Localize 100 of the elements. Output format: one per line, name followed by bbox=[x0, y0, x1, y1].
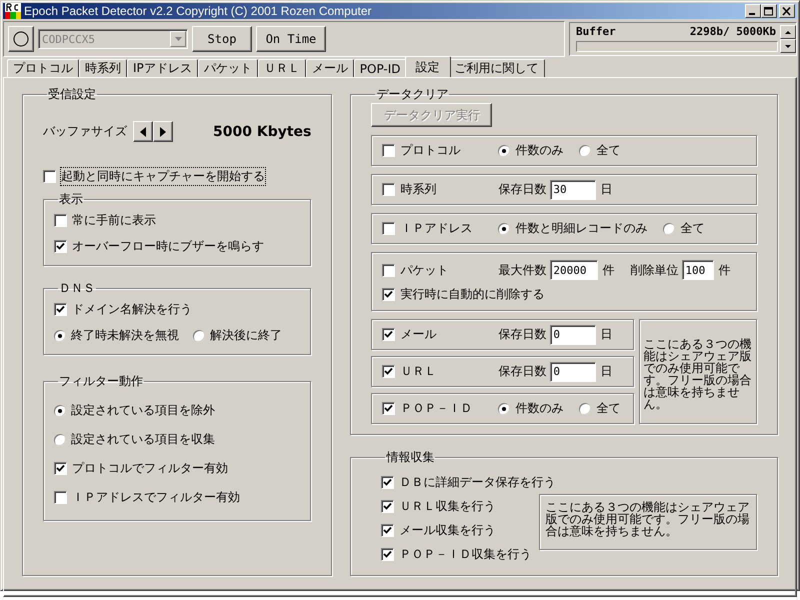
checkbox[interactable] bbox=[54, 240, 67, 253]
radio-button[interactable] bbox=[193, 330, 205, 342]
left-arrow-icon bbox=[140, 126, 146, 136]
input-field[interactable]: 0 bbox=[550, 324, 596, 344]
radio-label: 設定されている項目を収集 bbox=[71, 431, 215, 448]
checkbox[interactable] bbox=[382, 365, 396, 378]
checkbox[interactable] bbox=[382, 328, 396, 341]
checkbox[interactable] bbox=[382, 183, 396, 196]
checkbox[interactable] bbox=[54, 214, 67, 227]
tab[interactable]: ご利用に関して bbox=[448, 59, 545, 77]
checkbox[interactable] bbox=[43, 170, 56, 183]
increase-button[interactable] bbox=[153, 121, 173, 142]
checkbox-label: ドメイン名解決を行う bbox=[72, 301, 192, 318]
group-title: データクリア bbox=[375, 86, 450, 103]
radio-button[interactable] bbox=[54, 434, 66, 446]
radio-label: 終了時未解決を無視 bbox=[71, 327, 179, 344]
tab[interactable]: ＵＲＬ bbox=[258, 59, 306, 77]
on-time-button[interactable]: On Time bbox=[256, 26, 326, 52]
radio-button[interactable] bbox=[54, 330, 66, 342]
checkbox[interactable] bbox=[381, 524, 394, 537]
radio-button[interactable] bbox=[498, 402, 510, 414]
tab[interactable]: パケット bbox=[198, 59, 258, 77]
input-field[interactable]: 20000 bbox=[550, 260, 598, 280]
tab[interactable]: プロトコル bbox=[7, 59, 79, 77]
radio-label: 設定されている項目を除外 bbox=[71, 402, 215, 419]
radio-button[interactable] bbox=[579, 144, 592, 156]
record-button[interactable] bbox=[8, 26, 34, 52]
unit-label: 日 bbox=[600, 363, 612, 380]
close-button[interactable] bbox=[779, 4, 795, 18]
radio-label: 解決後に終了 bbox=[210, 327, 282, 344]
radio-button[interactable] bbox=[579, 402, 592, 414]
group-title: 表示 bbox=[58, 191, 84, 208]
tab[interactable]: IPアドレス bbox=[127, 59, 198, 77]
radio-button[interactable] bbox=[498, 144, 510, 156]
checkbox[interactable] bbox=[381, 548, 394, 561]
checkbox[interactable] bbox=[382, 264, 396, 276]
checkbox-label: 常に手前に表示 bbox=[72, 212, 156, 229]
checkbox[interactable] bbox=[382, 288, 396, 301]
checkbox[interactable] bbox=[382, 144, 396, 157]
checkbox-label: プロトコル bbox=[400, 142, 462, 159]
checkbox[interactable] bbox=[381, 500, 394, 513]
buffer-reading: 2298b/ 5000Kb bbox=[690, 25, 776, 38]
close-icon bbox=[782, 6, 792, 16]
buffer-size-label: バッファサイズ bbox=[43, 123, 127, 140]
radio-label: 全て bbox=[596, 142, 620, 159]
window-title: Epoch Packet Detector v2.2 Copyright (C) 2001 Rozen Computer bbox=[24, 4, 373, 18]
group-title: フィルター動作 bbox=[58, 373, 144, 390]
checkbox[interactable] bbox=[54, 491, 67, 504]
radio-label: 件数のみ bbox=[515, 142, 564, 159]
field-label: 保存日数 bbox=[498, 363, 546, 380]
radio-button[interactable] bbox=[663, 222, 676, 234]
maximize-icon bbox=[764, 6, 774, 16]
checkbox-label: ＵＲＬ bbox=[400, 363, 438, 380]
checkbox-label: 時系列 bbox=[400, 181, 438, 198]
checkbox-label: ＰＯＰ－ＩＤ bbox=[400, 400, 474, 417]
maximize-button[interactable] bbox=[761, 4, 777, 18]
input-field[interactable]: 30 bbox=[550, 180, 596, 200]
app-icon bbox=[5, 3, 21, 19]
radio-button[interactable] bbox=[498, 222, 510, 234]
radio-label: 件数のみ bbox=[515, 400, 564, 417]
checkbox-label: プロトコルでフィルター有効 bbox=[72, 460, 228, 477]
unit-label: 日 bbox=[600, 181, 612, 198]
checkbox-label: ＰＯＰ－ＩＤ収集を行う bbox=[399, 546, 532, 563]
tab[interactable]: 設定 bbox=[404, 56, 451, 77]
spin-down-button[interactable] bbox=[780, 39, 796, 53]
field-label: 削除単位 bbox=[630, 262, 678, 278]
checkbox-label: ＤＢに詳細データ保存を行う bbox=[399, 474, 556, 491]
shareware-note: ここにある３つの機能はシェアウェア版でのみ使用可能です。フリー版の場合は意味を持ちません。 bbox=[539, 494, 757, 550]
checkbox[interactable] bbox=[54, 303, 67, 316]
tab[interactable]: 時系列 bbox=[79, 59, 127, 77]
stop-button[interactable]: Stop bbox=[192, 26, 252, 52]
checkbox[interactable] bbox=[381, 476, 394, 489]
tab[interactable]: POP-ID bbox=[354, 59, 407, 77]
checkbox-label: ＩＰアドレス bbox=[400, 220, 474, 237]
input-field[interactable]: 100 bbox=[682, 260, 714, 280]
spin-up-button[interactable] bbox=[780, 25, 796, 39]
dropdown-arrow-icon bbox=[174, 37, 182, 41]
checkbox-label: オーバーフロー時にブザーを鳴らす bbox=[72, 238, 264, 255]
checkbox[interactable] bbox=[382, 402, 396, 415]
radio-button[interactable] bbox=[54, 404, 66, 416]
shareware-note: ここにある３つの機能はシェアウェア版でのみ使用可能です。フリー版の場合は意味を持ちません。 bbox=[639, 319, 757, 424]
field-label: 保存日数 bbox=[498, 181, 546, 198]
checkbox-label: ＵＲＬ収集を行う bbox=[399, 498, 496, 515]
checkbox-label: パケット bbox=[400, 262, 450, 278]
radio-label: 全て bbox=[680, 220, 704, 237]
unit-label: 件 bbox=[602, 262, 614, 278]
minimize-button[interactable] bbox=[745, 4, 761, 18]
checkbox[interactable] bbox=[382, 222, 396, 235]
field-label: 保存日数 bbox=[498, 326, 546, 343]
checkbox-label: メール収集を行う bbox=[399, 522, 496, 539]
right-arrow-icon bbox=[160, 126, 166, 136]
checkbox-label: メール bbox=[400, 326, 438, 343]
decrease-button[interactable] bbox=[133, 121, 153, 142]
checkbox[interactable] bbox=[54, 462, 67, 475]
field-label: 最大件数 bbox=[498, 262, 546, 278]
input-field[interactable]: 0 bbox=[550, 362, 596, 382]
tab[interactable]: メール bbox=[306, 59, 354, 77]
buffer-label: Buffer bbox=[576, 25, 616, 38]
group-title: 情報収集 bbox=[385, 449, 436, 466]
group-title: ＤＮＳ bbox=[58, 280, 96, 297]
